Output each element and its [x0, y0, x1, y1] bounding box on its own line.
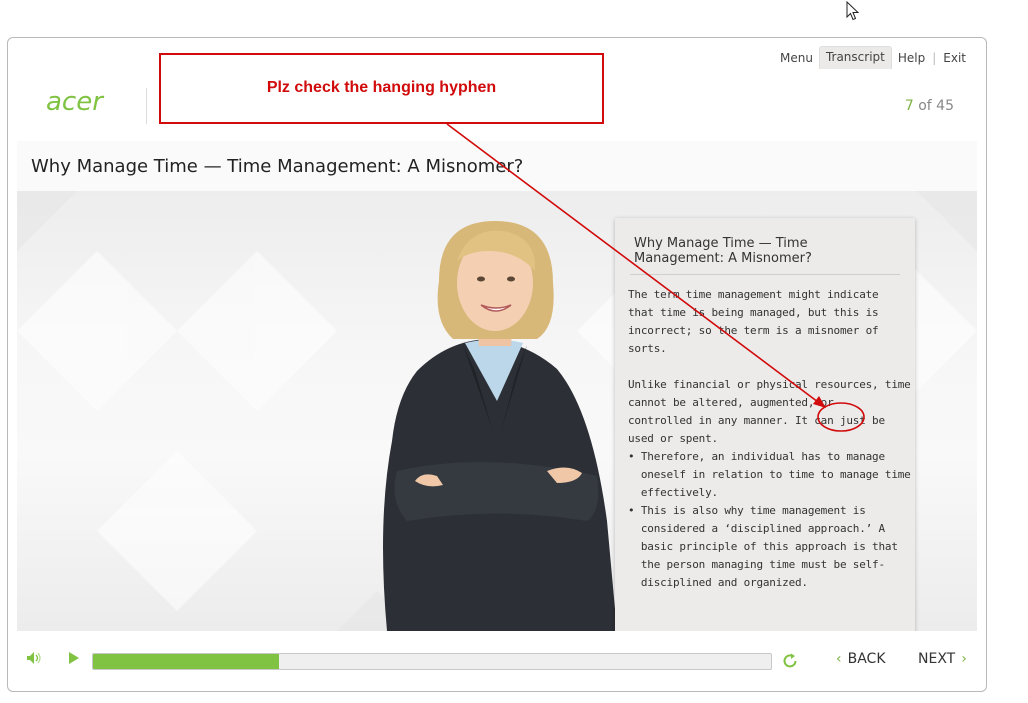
transcript-line: oneself in relation to time to manage ti… — [628, 468, 911, 481]
slide-title-bar: Why Manage Time — Time Management: A Mis… — [17, 141, 977, 191]
transcript-line: cannot be altered, augmented, or — [628, 396, 834, 409]
player-footer: ‹ BACK NEXT › — [8, 633, 986, 691]
exit-link[interactable]: Exit — [937, 48, 972, 68]
mouse-cursor-icon — [846, 1, 860, 21]
next-label: NEXT — [918, 651, 956, 667]
transcript-line: used or spent. — [628, 432, 718, 445]
slide-counter-total: of 45 — [913, 98, 954, 114]
course-player: acer 7 of 45 Menu Transcript Help | Exit… — [7, 37, 987, 692]
transcript-line: controlled in any manner. It can just be — [628, 414, 885, 427]
transcript-line: the person managing time must be self- — [628, 558, 885, 571]
next-button[interactable]: NEXT › — [918, 651, 967, 667]
svg-text:acer: acer — [46, 88, 105, 117]
help-link[interactable]: Help — [892, 48, 931, 68]
transcript-line: considered a ‘disciplined approach.’ A — [628, 522, 885, 535]
chevron-left-icon: ‹ — [836, 651, 842, 667]
transcript-panel[interactable]: Why Manage Time — Time Management: A Mis… — [615, 218, 915, 631]
transcript-line: • Therefore, an individual has to manage — [628, 450, 885, 463]
transcript-divider — [630, 274, 900, 275]
transcript-line: Unlike financial or physical resources, … — [628, 378, 911, 391]
volume-icon[interactable] — [26, 651, 42, 665]
transcript-line: basic principle of this approach is that — [628, 540, 898, 553]
annotation-text: Plz check the hanging hyphen — [266, 79, 497, 96]
play-icon[interactable] — [68, 651, 80, 665]
annotation-callout: Plz check the hanging hyphen — [159, 53, 604, 124]
acer-logo: acer — [46, 88, 105, 117]
top-menu: Menu Transcript Help | Exit — [774, 46, 972, 69]
header-divider — [146, 88, 147, 124]
slide-counter: 7 of 45 — [905, 98, 954, 114]
transcript-line: sorts. — [628, 342, 667, 355]
slide-counter-current: 7 — [904, 98, 914, 114]
back-button[interactable]: ‹ BACK — [836, 651, 886, 667]
slide-stage: Why Manage Time — Time Management: A Mis… — [17, 191, 977, 631]
transcript-line: disciplined and organized. — [628, 576, 808, 589]
transcript-link[interactable]: Transcript — [818, 46, 892, 69]
transcript-body: The term time management might indicate t… — [628, 286, 911, 592]
transcript-line: effectively. — [628, 486, 718, 499]
progress-bar[interactable] — [92, 653, 772, 670]
back-label: BACK — [847, 651, 886, 667]
slide-title: Why Manage Time — Time Management: A Mis… — [31, 156, 524, 177]
progress-fill — [93, 654, 280, 669]
transcript-line: that time is being managed, but this is — [628, 306, 879, 319]
presenter-image — [383, 221, 617, 631]
transcript-line: • This is also why time management is — [628, 504, 866, 517]
transcript-line: incorrect; so the term is a misnomer of — [628, 324, 879, 337]
transcript-gap — [628, 358, 890, 376]
replay-icon[interactable] — [781, 652, 799, 670]
chevron-right-icon: › — [961, 651, 967, 667]
transcript-line: The term time management might indicate — [628, 288, 879, 301]
menu-link[interactable]: Menu — [774, 48, 819, 68]
transcript-title: Why Manage Time — Time Management: A Mis… — [634, 236, 812, 266]
